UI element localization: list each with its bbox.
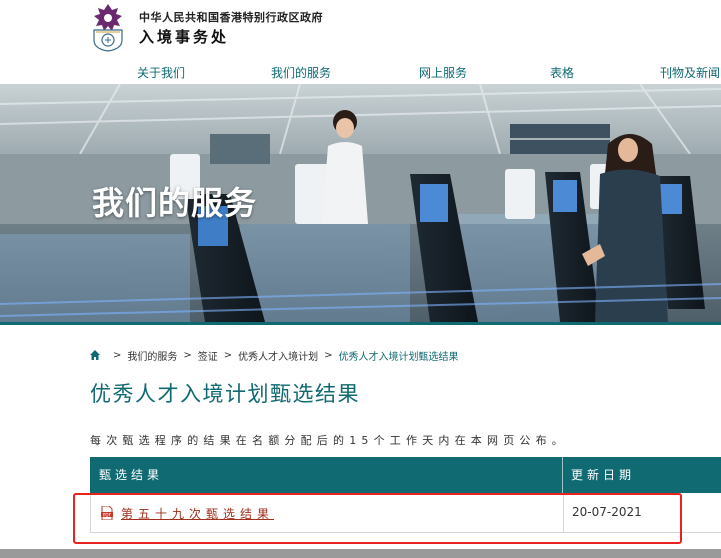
nav-item-forms[interactable]: 表格 <box>550 64 574 81</box>
hero-banner: 我们的服务 <box>0 84 721 322</box>
page-scroll-edge <box>0 549 721 558</box>
department-name[interactable]: 入境事务处 <box>139 26 229 47</box>
breadcrumb-separator: > <box>183 349 192 361</box>
breadcrumb-talent-scheme[interactable]: 优秀人才入境计划 <box>238 348 318 363</box>
government-name: 中华人民共和国香港特别行政区政府 <box>139 11 323 24</box>
immigration-emblem-icon[interactable] <box>88 2 128 52</box>
column-header-date: 更新日期 <box>571 468 636 482</box>
hero-divider <box>0 322 721 325</box>
highlight-box <box>73 493 682 544</box>
site-header: 中华人民共和国香港特别行政区政府 入境事务处 <box>0 0 721 60</box>
breadcrumb-separator: > <box>113 349 122 361</box>
nav-item-services[interactable]: 我们的服务 <box>271 64 331 81</box>
breadcrumb-visa[interactable]: 签证 <box>198 348 218 363</box>
nav-item-publications[interactable]: 刊物及新闻 <box>660 64 720 81</box>
column-divider <box>562 457 563 493</box>
home-icon[interactable] <box>89 349 101 361</box>
breadcrumb-services[interactable]: 我们的服务 <box>127 348 177 363</box>
nav-item-online-services[interactable]: 网上服务 <box>419 64 467 81</box>
breadcrumb: > 我们的服务 > 签证 > 优秀人才入境计划 > 优秀人才入境计划甄选结果 <box>89 347 459 363</box>
intro-text: 每次甄选程序的结果在名额分配后的15个工作天内在本网页公布。 <box>90 434 568 447</box>
main-nav: 关于我们 我们的服务 网上服务 表格 刊物及新闻 <box>0 60 721 84</box>
page-title: 优秀人才入境计划甄选结果 <box>90 382 360 406</box>
breadcrumb-separator: > <box>223 349 233 361</box>
column-header-result: 甄选结果 <box>99 468 164 482</box>
hero-title: 我们的服务 <box>92 184 258 222</box>
table-header: 甄选结果 更新日期 <box>90 457 721 493</box>
breadcrumb-separator: > <box>324 349 333 361</box>
breadcrumb-current: 优秀人才入境计划甄选结果 <box>338 351 459 363</box>
nav-item-about[interactable]: 关于我们 <box>137 64 185 81</box>
